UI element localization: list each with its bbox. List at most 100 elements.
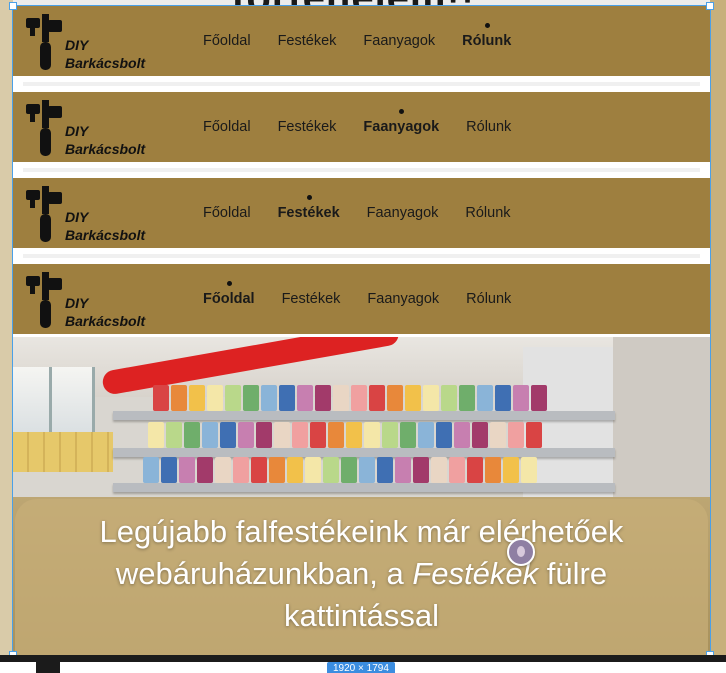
brand-name: DIY Barkácsbolt bbox=[65, 36, 145, 72]
paint-can bbox=[459, 385, 475, 411]
active-indicator-dot bbox=[306, 195, 312, 200]
nav-item[interactable]: Faanyagok bbox=[367, 291, 439, 307]
paint-can bbox=[143, 457, 159, 483]
nav-item[interactable]: Főoldal bbox=[203, 33, 251, 49]
nav-item[interactable]: Főoldal bbox=[203, 281, 255, 307]
resize-handle-top-right[interactable] bbox=[706, 2, 714, 10]
nav-item-label: Festékek bbox=[277, 205, 340, 221]
navbar: DIY Barkácsbolt Főoldal Festékek Faanyagok Ró… bbox=[13, 178, 710, 248]
nav-item-label: Faanyagok bbox=[363, 33, 436, 49]
brand-logo[interactable]: DIY Barkácsbolt bbox=[25, 272, 155, 330]
spacer-line bbox=[23, 82, 700, 86]
paint-can bbox=[233, 457, 249, 483]
nav-item-label: Rólunk bbox=[466, 291, 512, 307]
nav-item[interactable]: Festékek bbox=[282, 291, 341, 307]
paint-can bbox=[503, 457, 519, 483]
paint-can bbox=[490, 422, 506, 448]
paint-can-row bbox=[143, 457, 539, 483]
brand-line-1: DIY bbox=[65, 37, 89, 53]
nav-item[interactable]: Faanyagok bbox=[363, 109, 439, 135]
paint-can bbox=[148, 422, 164, 448]
brand-name: DIY Barkácsbolt bbox=[65, 122, 145, 158]
spacer-line bbox=[23, 168, 700, 172]
paint-can bbox=[436, 422, 452, 448]
paint-can bbox=[531, 385, 547, 411]
paint-can bbox=[387, 385, 403, 411]
nav-item-label: Főoldal bbox=[203, 205, 251, 221]
navbar: DIY Barkácsbolt Főoldal Festékek Faanyagok Ró… bbox=[13, 264, 710, 334]
paint-can bbox=[477, 385, 493, 411]
nav-item[interactable]: Főoldal bbox=[203, 119, 251, 135]
paint-can bbox=[243, 385, 259, 411]
paint-can bbox=[526, 422, 542, 448]
nav-item[interactable]: Főoldal bbox=[203, 205, 251, 221]
nav-item-label: Rólunk bbox=[462, 33, 512, 49]
paint-can bbox=[166, 422, 182, 448]
navbar-spacer bbox=[13, 162, 710, 178]
shelf-board bbox=[113, 448, 615, 457]
brand-logo[interactable]: DIY Barkácsbolt bbox=[25, 14, 155, 72]
paint-can bbox=[377, 457, 393, 483]
paint-can bbox=[256, 422, 272, 448]
paint-roller-icon bbox=[26, 14, 62, 70]
main-menu: Főoldal Festékek Faanyagok Rólunk bbox=[203, 178, 538, 248]
paint-can bbox=[251, 457, 267, 483]
brand-logo[interactable]: DIY Barkácsbolt bbox=[25, 100, 155, 158]
paint-can bbox=[341, 457, 357, 483]
brand-logo[interactable]: DIY Barkácsbolt bbox=[25, 186, 155, 244]
paint-can bbox=[197, 457, 213, 483]
nav-item-label: Rólunk bbox=[465, 205, 511, 221]
paint-can bbox=[225, 385, 241, 411]
nav-item[interactable]: Faanyagok bbox=[367, 205, 439, 221]
brand-line-2: Barkácsbolt bbox=[65, 313, 146, 329]
paint-can bbox=[418, 422, 434, 448]
active-indicator-dot bbox=[484, 23, 490, 28]
paint-can bbox=[274, 422, 290, 448]
paint-can bbox=[449, 457, 465, 483]
paint-can-row bbox=[153, 385, 549, 411]
selected-frame[interactable]: DIY Barkácsbolt Főoldal Festékek Faanyagok Ró… bbox=[13, 6, 710, 655]
nav-item[interactable]: Festékek bbox=[278, 119, 337, 135]
nav-item[interactable]: Festékek bbox=[278, 33, 337, 49]
nav-item[interactable]: Rólunk bbox=[465, 205, 510, 221]
paint-can bbox=[161, 457, 177, 483]
navbar-spacer bbox=[13, 248, 710, 264]
hero-banner: Legújabb falfestékeink már elérhetőek we… bbox=[13, 337, 710, 655]
paint-can bbox=[423, 385, 439, 411]
resize-handle-top-left[interactable] bbox=[9, 2, 17, 10]
brand-line-2: Barkácsbolt bbox=[65, 227, 146, 243]
brand-line-1: DIY bbox=[65, 209, 89, 225]
paint-can bbox=[297, 385, 313, 411]
main-menu: Főoldal Festékek Faanyagok Rólunk bbox=[203, 6, 538, 76]
nav-item-label: Festékek bbox=[281, 291, 341, 307]
navbar-spacer bbox=[13, 76, 710, 92]
paint-can bbox=[351, 385, 367, 411]
nav-item[interactable]: Faanyagok bbox=[363, 33, 435, 49]
paint-can bbox=[369, 385, 385, 411]
paint-can bbox=[467, 457, 483, 483]
hero-caption: Legújabb falfestékeink már elérhetőek we… bbox=[35, 511, 688, 637]
nav-item[interactable]: Rólunk bbox=[462, 23, 512, 49]
paint-can bbox=[269, 457, 285, 483]
nav-item-label: Főoldal bbox=[203, 291, 255, 307]
nav-item-label: Festékek bbox=[277, 119, 337, 135]
shelf-board bbox=[113, 411, 615, 420]
paint-can bbox=[238, 422, 254, 448]
hero-caption-panel: Legújabb falfestékeink már elérhetőek we… bbox=[15, 499, 708, 655]
paint-can bbox=[431, 457, 447, 483]
paint-can bbox=[328, 422, 344, 448]
nav-item[interactable]: Rólunk bbox=[466, 119, 511, 135]
nav-item-label: Főoldal bbox=[203, 33, 251, 49]
spacer-line bbox=[23, 254, 700, 258]
main-menu: Főoldal Festékek Faanyagok Rólunk bbox=[203, 264, 538, 334]
nav-item[interactable]: Rólunk bbox=[466, 291, 511, 307]
active-indicator-dot bbox=[226, 281, 232, 286]
nav-item[interactable]: Festékek bbox=[277, 195, 340, 221]
paint-can bbox=[184, 422, 200, 448]
paint-can bbox=[346, 422, 362, 448]
paint-can bbox=[215, 457, 231, 483]
paint-can bbox=[400, 422, 416, 448]
brand-line-1: DIY bbox=[65, 295, 89, 311]
paint-roller-icon bbox=[26, 186, 62, 242]
navbar: DIY Barkácsbolt Főoldal Festékek Faanyagok Ró… bbox=[13, 92, 710, 162]
